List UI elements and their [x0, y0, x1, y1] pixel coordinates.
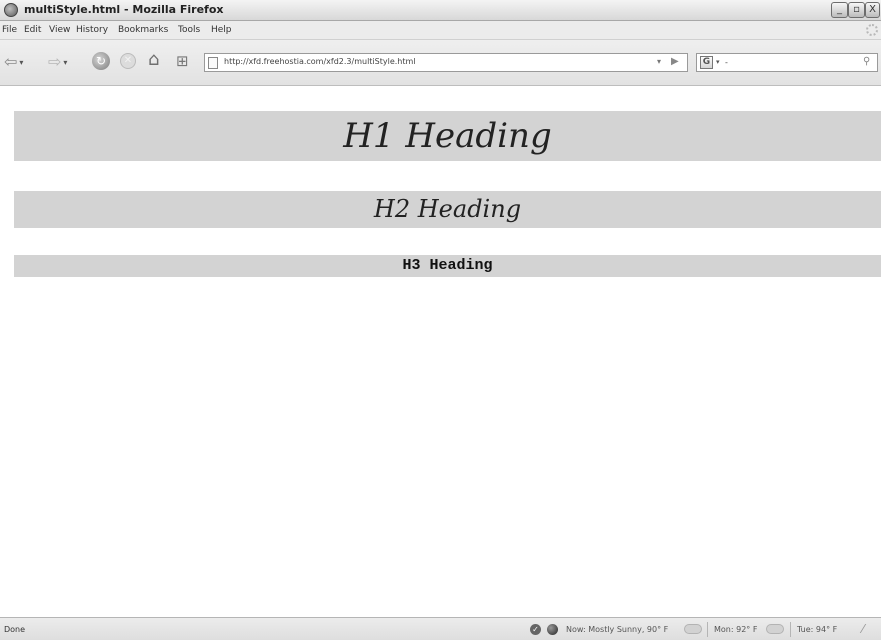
- firefox-logo-icon: [4, 3, 18, 17]
- page-icon: [208, 57, 218, 69]
- chevron-down-icon[interactable]: ▾: [63, 58, 67, 67]
- chevron-down-icon[interactable]: ▾: [716, 58, 720, 66]
- weather-tuesday[interactable]: Tue: 94° F: [797, 625, 837, 634]
- navigation-toolbar: ⇦ ▾ ⇨ ▾ ↻ ✕ ⌂ ⊞ http://xfd.freehostia.com/…: [0, 40, 881, 86]
- menu-view[interactable]: View: [49, 25, 70, 35]
- window-title: multiStyle.html - Mozilla Firefox: [24, 3, 224, 16]
- menu-tools[interactable]: Tools: [178, 25, 200, 35]
- go-arrow-icon[interactable]: ▶: [671, 56, 679, 67]
- menu-edit[interactable]: Edit: [24, 25, 41, 35]
- search-input[interactable]: [725, 55, 855, 70]
- menu-history[interactable]: History: [76, 25, 108, 35]
- home-button[interactable]: ⌂: [148, 51, 159, 69]
- cloud-icon: [684, 624, 702, 634]
- globe-icon[interactable]: [547, 624, 558, 635]
- weather-now[interactable]: Now: Mostly Sunny, 90° F: [566, 625, 668, 634]
- menu-help[interactable]: Help: [211, 25, 232, 35]
- stop-button[interactable]: ✕: [120, 53, 136, 69]
- search-bar[interactable]: G ▾ ⚲: [696, 53, 878, 72]
- search-icon[interactable]: ⚲: [863, 56, 870, 67]
- h1-heading: H1 Heading: [14, 111, 881, 161]
- menu-file[interactable]: File: [2, 25, 17, 35]
- check-icon[interactable]: ✓: [530, 624, 541, 635]
- bookmark-add-icon: ⊞: [176, 52, 189, 70]
- reload-icon: ↻: [95, 54, 107, 68]
- menu-bookmarks[interactable]: Bookmarks: [118, 25, 168, 35]
- title-bar: multiStyle.html - Mozilla Firefox _ ▫ X: [0, 0, 881, 21]
- bookmark-page-button[interactable]: ⊞: [176, 52, 189, 70]
- menu-bar: File Edit View History Bookmarks Tools H…: [0, 21, 881, 40]
- address-bar[interactable]: http://xfd.freehostia.com/xfd2.3/multiSt…: [204, 53, 688, 72]
- forward-button[interactable]: ⇨ ▾: [48, 53, 67, 71]
- h2-heading: H2 Heading: [14, 191, 881, 228]
- weather-monday[interactable]: Mon: 92° F: [714, 625, 757, 634]
- maximize-button[interactable]: ▫: [848, 2, 865, 18]
- home-icon: ⌂: [148, 49, 160, 70]
- google-engine-icon[interactable]: G: [700, 56, 713, 69]
- status-bar: Done ✓ Now: Mostly Sunny, 90° F Mon: 92°…: [0, 617, 881, 640]
- h3-heading: H3 Heading: [14, 255, 881, 277]
- stop-icon: ✕: [123, 55, 133, 66]
- minimize-button[interactable]: _: [831, 2, 848, 18]
- url-text[interactable]: http://xfd.freehostia.com/xfd2.3/multiSt…: [224, 57, 416, 66]
- chevron-down-icon[interactable]: ▾: [657, 57, 661, 66]
- reload-button[interactable]: ↻: [92, 52, 110, 70]
- divider: [790, 622, 791, 637]
- cloud-icon: [766, 624, 784, 634]
- close-button[interactable]: X: [865, 2, 880, 18]
- page-content: H1 Heading H2 Heading H3 Heading: [0, 87, 881, 617]
- forward-arrow-icon: ⇨: [48, 52, 62, 71]
- back-arrow-icon: ⇦: [4, 52, 18, 71]
- chevron-down-icon[interactable]: ▾: [19, 58, 23, 67]
- resize-grip-icon[interactable]: ⁄: [862, 622, 864, 636]
- divider: [707, 622, 708, 637]
- throbber-icon: [866, 24, 878, 36]
- back-button[interactable]: ⇦ ▾: [4, 53, 23, 71]
- status-text: Done: [4, 625, 26, 634]
